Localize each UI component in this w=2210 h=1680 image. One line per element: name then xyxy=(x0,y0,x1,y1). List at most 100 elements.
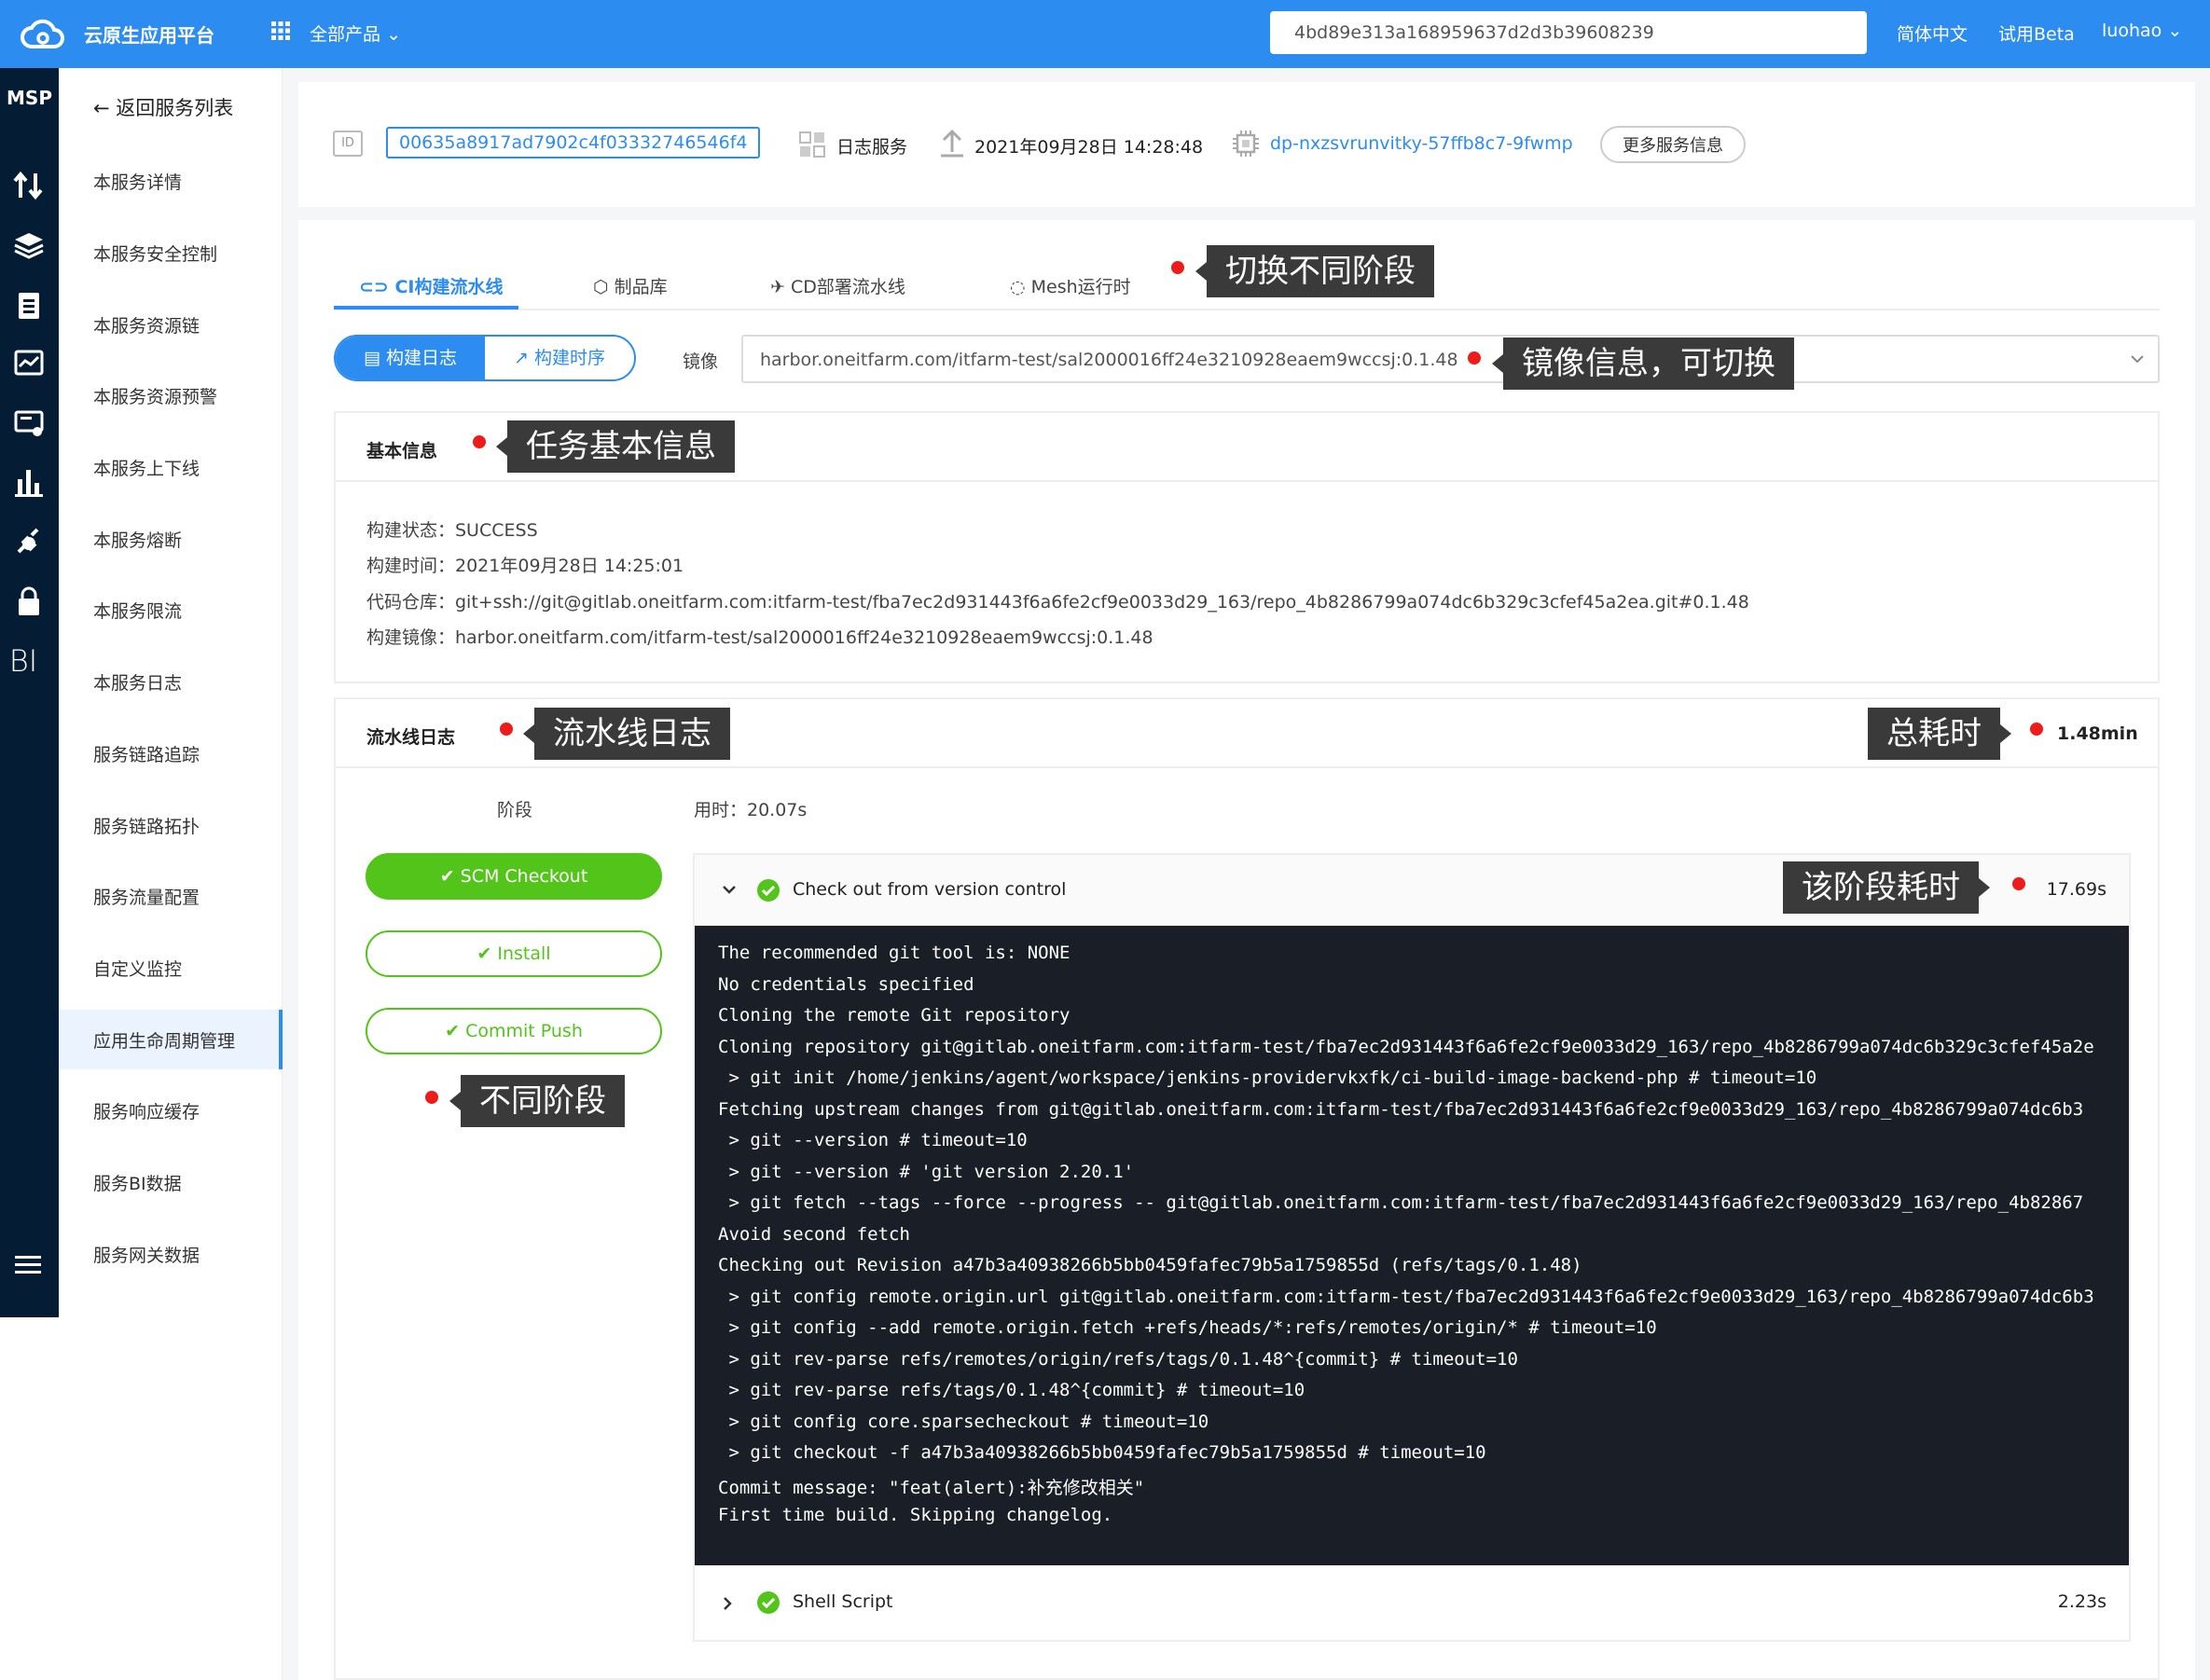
step-duration: 17.69s xyxy=(2046,879,2106,900)
lock-icon[interactable] xyxy=(11,585,47,617)
step-shell-script-header[interactable]: Shell Script 2.23s xyxy=(695,1565,2129,1640)
bi-icon[interactable]: BI xyxy=(0,643,47,679)
tab-mesh-label: Mesh运行时 xyxy=(1030,277,1131,297)
service-name: 日志服务 xyxy=(836,137,908,158)
tab-cd-pipeline[interactable]: ✈ CD部署流水线 xyxy=(770,273,905,298)
deployment-link[interactable]: dp-nxzsvrunvitky-57ffb8c7-9fwmp xyxy=(1270,133,1573,154)
console-line: > git init /home/jenkins/agent/workspace… xyxy=(718,1067,1817,1088)
deploy-time: 2021年09月28日 14:28:48 xyxy=(974,137,1204,158)
stage-commit-push[interactable]: ✔ Commit Push xyxy=(366,1008,662,1054)
sidebar-item-custom-monitor[interactable]: 自定义监控 xyxy=(93,956,182,981)
back-label: 返回服务列表 xyxy=(116,97,234,119)
console-line: > git rev-parse refs/remotes/origin/refs… xyxy=(718,1348,1518,1370)
annotation-marker xyxy=(500,723,513,736)
upload-icon xyxy=(941,129,963,158)
trend-icon: ↗ xyxy=(514,348,534,368)
build-log-toggle[interactable]: ▤ 构建日志 xyxy=(336,337,485,379)
mirror-value: harbor.oneitfarm.com/itfarm-test/sal2000… xyxy=(760,350,1458,370)
sidebar-item-service-detail[interactable]: 本服务详情 xyxy=(93,169,182,194)
console-line: > git checkout -f a47b3a40938266b5bb0459… xyxy=(718,1442,1486,1463)
mirror-select[interactable]: harbor.oneitfarm.com/itfarm-test/sal2000… xyxy=(741,335,2160,383)
console-line: > git config --add remote.origin.fetch +… xyxy=(718,1317,1657,1338)
sidebar-item-resource-alert[interactable]: 本服务资源预警 xyxy=(93,383,217,408)
bar-chart-icon[interactable] xyxy=(11,466,47,498)
annotation-marker xyxy=(425,1091,438,1104)
more-service-info-button[interactable]: 更多服务信息 xyxy=(1600,126,1746,163)
tab-artifacts-label: 制品库 xyxy=(614,277,668,297)
language-switch[interactable]: 简体中文 xyxy=(1897,21,1968,46)
brand-name[interactable]: 云原生应用平台 xyxy=(84,21,214,48)
stage-label: SCM Checkout xyxy=(460,866,588,887)
clipboard-icon[interactable] xyxy=(11,289,47,321)
monitor-chart-icon[interactable] xyxy=(11,348,47,379)
stage-scm-checkout[interactable]: ✔ SCM Checkout xyxy=(366,853,662,900)
beta-link[interactable]: 试用Beta xyxy=(1998,21,2075,46)
console-line: The recommended git tool is: NONE xyxy=(718,943,1070,963)
console-line: > git config remote.origin.url git@gitla… xyxy=(718,1286,2094,1307)
check-circle-icon: ✔ xyxy=(445,1021,466,1041)
link-icon: ⊂⊃ xyxy=(359,277,395,297)
hamburger-menu-icon[interactable] xyxy=(11,1249,47,1281)
sort-arrows-icon[interactable] xyxy=(11,170,47,201)
sidebar-item-lifecycle[interactable]: 应用生命周期管理 xyxy=(93,1027,235,1053)
callout-total-time: 总耗时 xyxy=(1868,708,2011,760)
cloud-logo-icon[interactable] xyxy=(19,15,65,52)
console-output[interactable]: The recommended git tool is: NONE No cred… xyxy=(695,926,2129,1565)
callout-pipeline-log: 流水线日志 xyxy=(523,708,730,760)
sidebar-item-rate-limit[interactable]: 本服务限流 xyxy=(93,598,182,623)
sidebar-item-traffic-config[interactable]: 服务流量配置 xyxy=(93,884,200,909)
all-products-menu[interactable]: 全部产品 ⌄ xyxy=(310,21,401,46)
apps-grid-icon[interactable] xyxy=(270,21,291,41)
console-line: > git --version # 'git version 2.20.1' xyxy=(718,1161,1135,1182)
chevron-down-icon[interactable] xyxy=(721,883,738,896)
arrow-left-icon: ← xyxy=(93,97,117,119)
code-repo: 代码仓库：git+ssh://git@gitlab.oneitfarm.com:… xyxy=(366,592,1749,613)
annotation-marker xyxy=(1171,261,1184,274)
annotation-marker xyxy=(2012,877,2025,890)
id-badge: ID xyxy=(333,131,363,157)
sidebar-item-online-offline[interactable]: 本服务上下线 xyxy=(93,455,200,480)
console-line: Checking out Revision a47b3a40938266b5bb… xyxy=(718,1255,1582,1275)
sidebar-item-circuit-breaker[interactable]: 本服务熔断 xyxy=(93,527,182,552)
stage-column-header: 阶段 xyxy=(497,800,533,820)
tab-mesh-runtime[interactable]: ◌ Mesh运行时 xyxy=(1010,273,1131,298)
stage-label: Install xyxy=(497,943,551,964)
service-blocks-icon xyxy=(799,131,825,158)
service-id[interactable]: 00635a8917ad7902c4f03332746546f4 xyxy=(386,127,761,158)
build-sequence-label: 构建时序 xyxy=(533,348,605,368)
screen-settings-icon[interactable] xyxy=(11,407,47,439)
sidebar-item-bi-data[interactable]: 服务BI数据 xyxy=(93,1170,182,1195)
annotation-marker xyxy=(473,435,486,448)
console-line: > git config core.sparsecheckout # timeo… xyxy=(718,1411,1209,1432)
search-input[interactable] xyxy=(1270,11,1867,54)
sidebar-item-security[interactable]: 本服务安全控制 xyxy=(93,241,217,266)
build-sequence-toggle[interactable]: ↗ 构建时序 xyxy=(485,337,634,379)
chip-icon xyxy=(1233,131,1259,157)
sidebar-item-response-cache[interactable]: 服务响应缓存 xyxy=(93,1098,200,1123)
step-title: Shell Script xyxy=(793,1591,893,1612)
console-line: First time build. Skipping changelog. xyxy=(718,1505,1113,1525)
console-line: > git rev-parse refs/tags/0.1.48^{commit… xyxy=(718,1380,1305,1400)
rocket-icon: ✈ xyxy=(770,277,791,297)
tab-cd-label: CD部署流水线 xyxy=(790,277,905,297)
sidebar-item-resource-chain[interactable]: 本服务资源链 xyxy=(93,312,200,337)
stage-install[interactable]: ✔ Install xyxy=(366,930,662,977)
sidebar-item-gateway-data[interactable]: 服务网关数据 xyxy=(93,1242,200,1267)
console-line: No credentials specified xyxy=(718,973,974,995)
layers-icon[interactable] xyxy=(11,229,47,261)
build-log-label: 构建日志 xyxy=(385,348,457,368)
callout-stages: 不同阶段 xyxy=(449,1075,625,1127)
msp-label[interactable]: MSP xyxy=(0,87,59,109)
back-to-service-list[interactable]: ← 返回服务列表 xyxy=(93,93,233,121)
pipeline-log-card: 流水线日志 1.48min 阶段 用时：20.07s ✔ SCM Checkou… xyxy=(334,697,2160,1680)
tab-ci-pipeline[interactable]: ⊂⊃ CI构建流水线 xyxy=(359,273,503,298)
sidebar-item-tracing[interactable]: 服务链路追踪 xyxy=(93,741,200,766)
tab-artifacts[interactable]: ⬡ 制品库 xyxy=(593,273,668,298)
sidebar-item-logs[interactable]: 本服务日志 xyxy=(93,669,182,695)
sidebar-item-topology[interactable]: 服务链路拓扑 xyxy=(93,813,200,838)
plug-icon[interactable] xyxy=(11,526,47,558)
chevron-right-icon[interactable] xyxy=(721,1595,734,1612)
user-menu[interactable]: luohao ⌄ xyxy=(2102,21,2182,41)
console-line: Commit message: "feat(alert):补充修改相关" xyxy=(718,1477,1145,1498)
username: luohao xyxy=(2102,21,2162,41)
